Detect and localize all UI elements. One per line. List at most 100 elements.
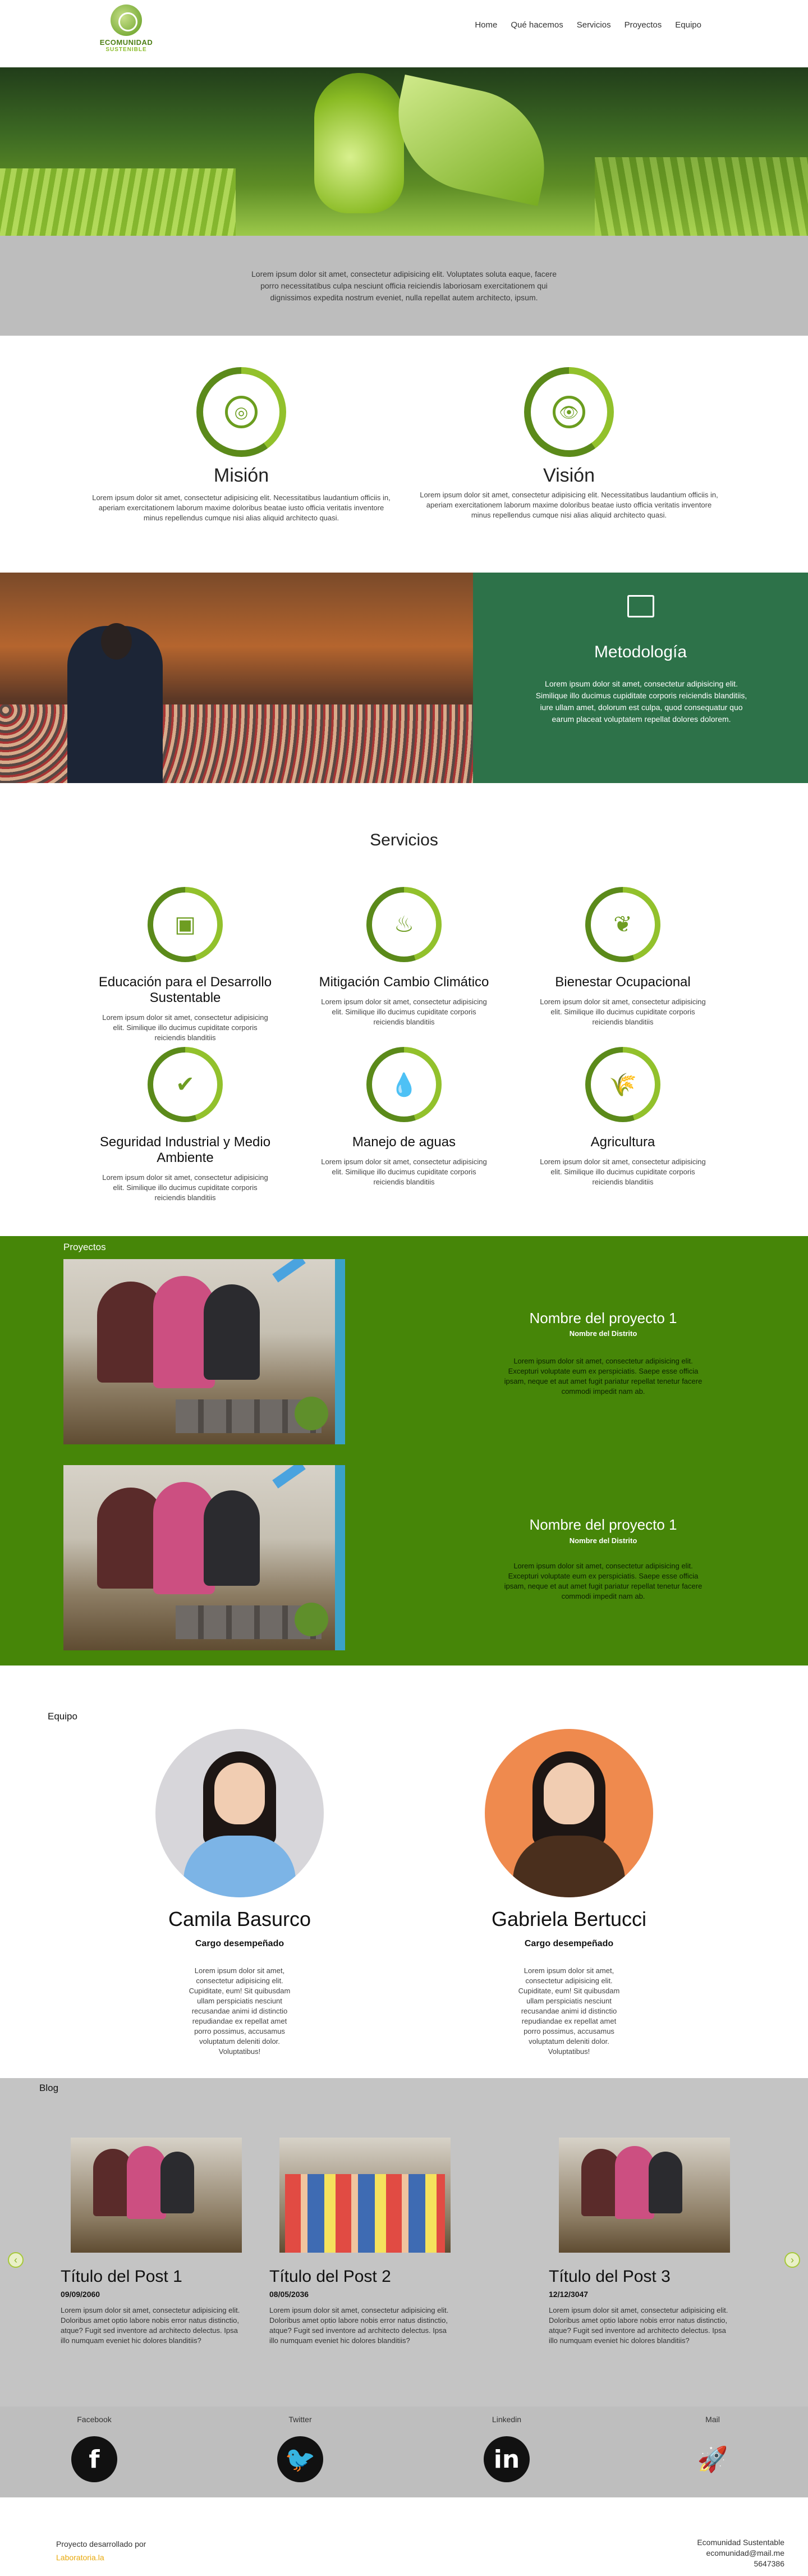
mision-text: Lorem ipsum dolor sit amet, consectetur … xyxy=(92,493,391,522)
member-name: Camila Basurco xyxy=(168,1907,311,1930)
fire-icon: ♨ xyxy=(372,893,436,957)
target-icon: ◎ xyxy=(225,396,258,428)
hero-image xyxy=(0,67,808,236)
post-title[interactable]: Título del Post 1 xyxy=(61,2267,240,2286)
logo-title: ECOMUNIDAD xyxy=(99,38,153,47)
footer-dev-link[interactable]: Laboratoria.la xyxy=(56,2553,104,2562)
footer-dev-text: Proyecto desarrollado por xyxy=(56,2540,146,2548)
post-title[interactable]: Título del Post 3 xyxy=(549,2267,728,2286)
post-title[interactable]: Título del Post 2 xyxy=(269,2267,449,2286)
site-header: ECOMUNIDAD SUSTENIBLE Home Qué hacemos S… xyxy=(0,0,808,67)
service-title: Educación para el Desarrollo Sustentable xyxy=(98,974,272,1005)
social-label: Facebook xyxy=(77,2415,112,2424)
water-drop-icon: 💧 xyxy=(372,1053,436,1117)
nav-servicios[interactable]: Servicios xyxy=(577,20,611,30)
hero-sprout xyxy=(314,73,404,213)
service-title: Agricultura xyxy=(590,1134,655,1150)
intro-text: Lorem ipsum dolor sit amet, consectetur … xyxy=(251,269,557,302)
team-member: Camila Basurco Cargo desempeñado Lorem i… xyxy=(139,1729,341,2057)
service-text: Lorem ipsum dolor sit amet, consectetur … xyxy=(321,1157,487,1186)
blog-label: Blog xyxy=(39,2083,59,2093)
mision-title: Misión xyxy=(213,465,269,486)
project-text: Lorem ipsum dolor sit amet, consectetur … xyxy=(504,1357,703,1395)
service-text: Lorem ipsum dolor sit amet, consectetur … xyxy=(540,998,706,1026)
footer-credits: Proyecto desarrollado por Laboratoria.la xyxy=(56,2537,146,2564)
service-item: ✔ Seguridad Industrial y Medio Ambiente … xyxy=(93,1047,278,1203)
post-thumbnail[interactable] xyxy=(71,2138,242,2253)
mision-ring: ◎ xyxy=(196,367,286,457)
social-mail[interactable]: Mail 🚀 xyxy=(679,2415,746,2482)
hero-leaf xyxy=(384,74,559,207)
avatar xyxy=(155,1729,324,1897)
service-title: Bienestar Ocupacional xyxy=(555,974,691,990)
nav-home[interactable]: Home xyxy=(475,20,497,30)
proyectos-label: Proyectos xyxy=(63,1242,106,1252)
avatar xyxy=(485,1729,653,1897)
service-text: Lorem ipsum dolor sit amet, consectetur … xyxy=(540,1157,706,1186)
hero-grass-right xyxy=(595,157,808,236)
blog-post[interactable]: Título del Post 2 08/05/2036 Lorem ipsum… xyxy=(269,2138,451,2346)
equipo-label: Equipo xyxy=(48,1711,77,1722)
presentation-icon: ▣ xyxy=(153,893,217,957)
post-excerpt: Lorem ipsum dolor sit amet, consectetur … xyxy=(61,2306,240,2345)
service-item: ❦ Bienestar Ocupacional Lorem ipsum dolo… xyxy=(530,887,715,1027)
vision-text: Lorem ipsum dolor sit amet, consectetur … xyxy=(420,491,718,519)
shield-check-icon: ✔ xyxy=(153,1053,217,1117)
project-image[interactable] xyxy=(63,1259,345,1444)
carousel-prev-button[interactable]: ‹ xyxy=(8,2252,24,2268)
team-member: Gabriela Bertucci Cargo desempeñado Lore… xyxy=(468,1729,670,2057)
blog-post[interactable]: Título del Post 1 09/09/2060 Lorem ipsum… xyxy=(61,2138,242,2346)
vision-title: Visión xyxy=(543,465,595,486)
rocket-icon[interactable]: 🚀 xyxy=(690,2436,736,2482)
member-bio: Lorem ipsum dolor sit amet, consectetur … xyxy=(189,1966,291,2056)
twitter-icon[interactable]: 🐦 xyxy=(277,2436,323,2482)
footer-org: Ecomunidad Sustentable xyxy=(697,2538,784,2547)
hand-leaf-icon: ❦ xyxy=(591,893,655,957)
metodologia-text: Lorem ipsum dolor sit amet, consectetur … xyxy=(535,679,747,724)
intro-band: Lorem ipsum dolor sit amet, consectetur … xyxy=(0,236,808,336)
project-title: Nombre del proyecto 1 xyxy=(529,1310,677,1326)
conference-image xyxy=(0,573,473,783)
member-bio: Lorem ipsum dolor sit amet, consectetur … xyxy=(518,1966,620,2056)
nav-proyectos[interactable]: Proyectos xyxy=(625,20,662,30)
service-title: Mitigación Cambio Climático xyxy=(319,974,489,990)
footer-email[interactable]: ecomunidad@mail.me xyxy=(673,2548,785,2559)
nav-que-hacemos[interactable]: Qué hacemos xyxy=(511,20,563,30)
social-facebook[interactable]: Facebook f xyxy=(61,2415,128,2482)
eye-icon: 👁 xyxy=(553,396,585,428)
logo-subtitle: SUSTENIBLE xyxy=(105,47,147,53)
speaker-head xyxy=(101,623,132,660)
footer-contact: Ecomunidad Sustentable ecomunidad@mail.m… xyxy=(673,2537,784,2569)
main-nav: Home Qué hacemos Servicios Proyectos Equ… xyxy=(475,20,701,30)
board-icon xyxy=(627,595,654,617)
blog-post[interactable]: Título del Post 3 12/12/3047 Lorem ipsum… xyxy=(549,2138,730,2346)
vision-ring: 👁 xyxy=(524,367,614,457)
nav-equipo[interactable]: Equipo xyxy=(675,20,701,30)
post-excerpt: Lorem ipsum dolor sit amet, consectetur … xyxy=(269,2306,449,2345)
member-role: Cargo desempeñado xyxy=(524,1939,614,1948)
social-label: Twitter xyxy=(288,2415,312,2424)
social-twitter[interactable]: Twitter 🐦 xyxy=(267,2415,334,2482)
service-text: Lorem ipsum dolor sit amet, consectetur … xyxy=(321,998,487,1026)
service-title: Seguridad Industrial y Medio Ambiente xyxy=(99,1134,271,1165)
social-label: Mail xyxy=(705,2415,720,2424)
footer-phone: 5647386 xyxy=(754,2559,784,2568)
hero-grass xyxy=(0,168,236,236)
post-date: 09/09/2060 xyxy=(61,2290,100,2299)
post-thumbnail[interactable] xyxy=(559,2138,730,2253)
service-title: Manejo de aguas xyxy=(352,1134,456,1150)
project-image[interactable] xyxy=(63,1465,345,1650)
logo[interactable]: ECOMUNIDAD SUSTENIBLE xyxy=(95,4,157,55)
facebook-icon[interactable]: f xyxy=(71,2436,117,2482)
service-item: ♨ Mitigación Cambio Climático Lorem ipsu… xyxy=(311,887,497,1027)
social-linkedin[interactable]: Linkedin in xyxy=(473,2415,540,2482)
linkedin-icon[interactable]: in xyxy=(484,2436,530,2482)
service-text: Lorem ipsum dolor sit amet, consectetur … xyxy=(102,1173,268,1202)
project-text: Lorem ipsum dolor sit amet, consectetur … xyxy=(504,1562,703,1600)
service-text: Lorem ipsum dolor sit amet, consectetur … xyxy=(102,1013,268,1042)
carousel-next-button[interactable]: › xyxy=(784,2252,800,2268)
post-date: 12/12/3047 xyxy=(549,2290,589,2299)
service-item: 🌾 Agricultura Lorem ipsum dolor sit amet… xyxy=(530,1047,715,1187)
post-thumbnail[interactable] xyxy=(279,2138,451,2253)
wheat-icon: 🌾 xyxy=(591,1053,655,1117)
